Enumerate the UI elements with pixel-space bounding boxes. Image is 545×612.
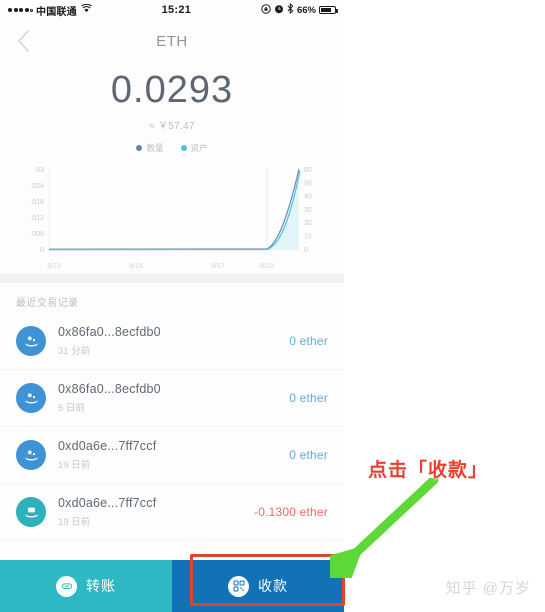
screenshot-root: 中国联通 15:21 66% ETH 0.0293 ≈ ￥57.47 数量 资产… [0, 0, 545, 612]
watermark: 知乎 @万岁 [445, 580, 531, 597]
svg-text:8/15: 8/15 [129, 263, 143, 270]
chart-left-axis-ticks: .03 .024 .018 .012 .006 0 [30, 167, 44, 254]
svg-text:50: 50 [304, 180, 312, 187]
transaction-hash: 0xd0a6e...7ff7ccf [58, 438, 157, 453]
transfer-icon [56, 575, 77, 597]
svg-text:8/13: 8/13 [47, 263, 61, 270]
table-row[interactable]: 0xd0a6e...7ff7ccf 19 日前 -0.1300 ether [0, 484, 344, 541]
receive-icon [16, 325, 46, 356]
chart-legend: 数量 资产 [0, 136, 344, 156]
svg-text:.024: .024 [30, 183, 44, 190]
battery-percent-label: 66% [296, 4, 316, 16]
chart-area-asset [49, 169, 299, 250]
transaction-time: 19 日前 [58, 516, 91, 528]
qr-code-icon [228, 575, 249, 597]
transaction-amount: -0.1300 ether [254, 504, 328, 519]
transaction-hash: 0x86fa0...8ecfdb0 [58, 381, 161, 396]
status-bar-right: 66% [261, 3, 338, 17]
bottom-action-bar: 转账 收款 [0, 560, 344, 612]
send-icon [16, 496, 46, 527]
balance-history-chart[interactable]: .03 .024 .018 .012 .006 0 60 50 40 30 20… [4, 156, 340, 274]
table-row[interactable]: 0x86fa0...8ecfdb0 31 分前 0 ether [0, 313, 344, 370]
transaction-amount: 0 ether [289, 447, 328, 462]
transaction-details: 0x86fa0...8ecfdb0 31 分前 [58, 325, 289, 357]
svg-text:10: 10 [304, 233, 312, 240]
back-button[interactable] [10, 28, 36, 54]
carrier-label: 中国联通 [36, 6, 77, 18]
table-row[interactable]: 0xd0a6e...7ff7ccf 19 日前 0 ether [0, 427, 344, 484]
svg-text:8/19: 8/19 [260, 263, 274, 270]
receive-button[interactable]: 收款 [172, 560, 344, 612]
transaction-details: 0xd0a6e...7ff7ccf 19 日前 [58, 439, 289, 471]
annotation-pane [344, 0, 545, 612]
receive-button-label: 收款 [258, 578, 288, 594]
balance-section: 0.0293 ≈ ￥57.47 [0, 62, 344, 136]
balance-fiat-value: ≈ ￥57.47 [149, 120, 195, 132]
transaction-hash: 0x86fa0...8ecfdb0 [58, 324, 161, 339]
transaction-details: 0x86fa0...8ecfdb0 5 日前 [58, 382, 289, 414]
status-bar-left: 中国联通 [8, 3, 92, 18]
chevron-left-icon [17, 30, 29, 52]
chart-x-axis-ticks: 8/13 8/15 8/17 8/19 [47, 263, 274, 270]
transaction-time: 31 分前 [58, 345, 91, 357]
table-row[interactable]: 0x86fa0...8ecfdb0 5 日前 0 ether [0, 370, 344, 427]
rotation-lock-icon [261, 4, 271, 17]
section-divider [0, 273, 344, 283]
wifi-icon [80, 3, 92, 16]
transaction-details: 0xd0a6e...7ff7ccf 19 日前 [58, 496, 254, 528]
status-bar: 中国联通 15:21 66% [0, 0, 344, 20]
legend-item-quantity: 数量 [136, 142, 164, 154]
transaction-list: 最近交易记录 0x86fa0...8ecfdb0 31 分前 0 ether 0… [0, 282, 344, 541]
svg-text:.018: .018 [30, 199, 44, 206]
svg-text:60: 60 [304, 167, 312, 174]
svg-text:.006: .006 [30, 231, 44, 238]
transaction-amount: 0 ether [289, 390, 328, 405]
legend-swatch-asset [180, 144, 187, 151]
transaction-hash: 0xd0a6e...7ff7ccf [58, 495, 157, 510]
legend-label-quantity: 数量 [146, 142, 164, 153]
bluetooth-icon [287, 3, 294, 17]
page-title: ETH [156, 32, 188, 50]
chart-line-asset [48, 170, 301, 251]
svg-text:.03: .03 [34, 167, 44, 174]
nav-bar: ETH [0, 20, 344, 62]
alarm-icon [274, 4, 284, 17]
svg-text:30: 30 [304, 207, 312, 214]
transaction-list-heading: 最近交易记录 [16, 297, 79, 309]
transaction-time: 5 日前 [58, 402, 85, 414]
receive-icon [16, 382, 46, 413]
chart-svg: .03 .024 .018 .012 .006 0 60 50 40 30 20… [30, 166, 312, 270]
svg-text:8/17: 8/17 [211, 263, 225, 270]
svg-text:20: 20 [304, 220, 312, 227]
annotation-text: 点击「收款」 [368, 460, 489, 481]
legend-swatch-quantity [136, 144, 143, 151]
phone-screen: 中国联通 15:21 66% ETH 0.0293 ≈ ￥57.47 数量 资产… [0, 0, 344, 612]
receive-icon [16, 439, 46, 470]
transfer-button[interactable]: 转账 [0, 560, 172, 612]
balance-amount: 0.0293 [110, 69, 234, 111]
legend-label-asset: 资产 [190, 142, 208, 153]
transaction-time: 19 日前 [58, 459, 91, 471]
svg-text:40: 40 [304, 193, 312, 200]
transfer-button-label: 转账 [86, 578, 116, 594]
svg-text:0: 0 [304, 247, 308, 254]
svg-text:.012: .012 [30, 215, 44, 222]
chart-right-axis-ticks: 60 50 40 30 20 10 0 [304, 167, 312, 254]
svg-text:0: 0 [40, 247, 44, 254]
transaction-amount: 0 ether [289, 333, 328, 348]
battery-icon [319, 6, 338, 14]
signal-dots-icon [8, 8, 33, 12]
status-bar-clock: 15:21 [161, 4, 192, 16]
legend-item-asset: 资产 [180, 142, 208, 154]
chart-line-quantity [48, 168, 300, 250]
